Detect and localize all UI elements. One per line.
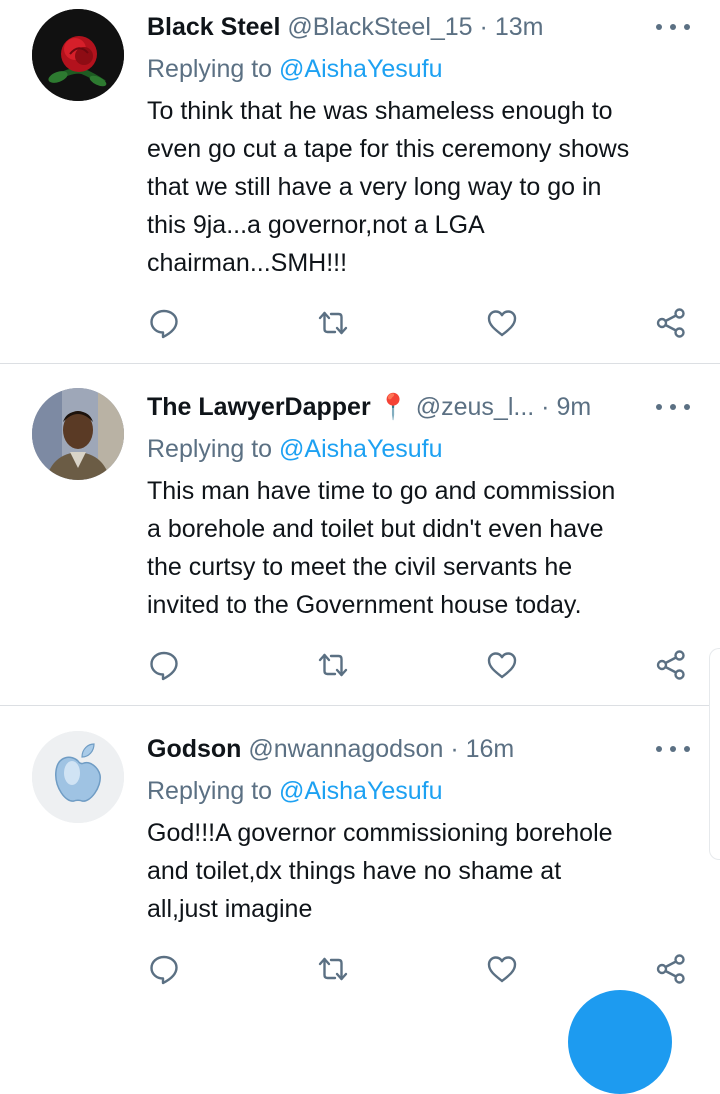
- scroll-handle[interactable]: [709, 648, 720, 860]
- apple-logo-avatar[interactable]: [32, 731, 124, 823]
- author-name[interactable]: Black Steel: [147, 13, 280, 41]
- text-line: a borehole and toilet but didn't even ha…: [147, 515, 604, 543]
- comment-icon[interactable]: [147, 952, 181, 986]
- replying-to: Replying to @AishaYesufu: [147, 52, 442, 86]
- text-line: God!!!A governor commissioning borehole: [147, 819, 613, 847]
- replying-to: Replying to @AishaYesufu: [147, 432, 442, 466]
- more-options-icon[interactable]: [656, 397, 690, 417]
- replying-prefix: Replying to: [147, 777, 273, 805]
- replying-to: Replying to @AishaYesufu: [147, 774, 442, 808]
- tweet-header: Black Steel @BlackSteel_15 · 13m: [147, 10, 630, 44]
- share-icon[interactable]: [654, 648, 688, 682]
- text-line: even go cut a tape for this ceremony sho…: [147, 135, 630, 163]
- tweet-1[interactable]: Black Steel @BlackSteel_15 · 13m Replyin…: [0, 0, 720, 363]
- mention-link[interactable]: @AishaYesufu: [279, 777, 442, 805]
- comment-icon[interactable]: [147, 306, 181, 340]
- text-line: the curtsy to meet the civil servants he: [147, 553, 573, 581]
- replying-prefix: Replying to: [147, 435, 273, 463]
- action-bar: [147, 952, 692, 986]
- more-options-icon[interactable]: [656, 17, 690, 37]
- timestamp[interactable]: 16m: [466, 735, 515, 763]
- apple-logo-image: [32, 731, 124, 823]
- heart-icon[interactable]: [485, 306, 519, 340]
- mention-link[interactable]: @AishaYesufu: [279, 55, 442, 83]
- action-bar: [147, 306, 692, 340]
- retweet-icon[interactable]: [316, 306, 350, 340]
- retweet-icon[interactable]: [316, 952, 350, 986]
- share-icon[interactable]: [654, 306, 688, 340]
- mention-link[interactable]: @AishaYesufu: [279, 435, 442, 463]
- tweet-text: God!!!A governor commissioning borehole …: [147, 814, 702, 928]
- text-line: and toilet,dx things have no shame at: [147, 857, 562, 885]
- more-options-icon[interactable]: [656, 739, 690, 759]
- tweet-header: Godson @nwannagodson · 16m: [147, 732, 630, 766]
- action-bar: [147, 648, 692, 682]
- author-name[interactable]: Godson: [147, 735, 241, 763]
- heart-icon[interactable]: [485, 952, 519, 986]
- pin-icon: 📍: [377, 393, 409, 421]
- rose-image: [32, 9, 124, 101]
- text-line: To think that he was shameless enough to: [147, 97, 613, 125]
- separator-dot: ·: [479, 13, 488, 41]
- separator-dot: ·: [541, 393, 550, 421]
- author-handle[interactable]: @BlackSteel_15: [287, 13, 472, 41]
- person-avatar[interactable]: [32, 388, 124, 480]
- text-line: invited to the Government house today.: [147, 591, 582, 619]
- author-handle[interactable]: @zeus_l...: [416, 393, 534, 421]
- text-line: all,just imagine: [147, 895, 313, 923]
- tweet-2[interactable]: The LawyerDapper 📍 @zeus_l... · 9m Reply…: [0, 365, 720, 705]
- compose-button[interactable]: [568, 990, 672, 1094]
- text-line: This man have time to go and commission: [147, 477, 616, 505]
- rose-avatar[interactable]: [32, 9, 124, 101]
- divider: [0, 705, 720, 706]
- person-photo: [32, 388, 124, 480]
- share-icon[interactable]: [654, 952, 688, 986]
- timestamp[interactable]: 9m: [556, 393, 591, 421]
- separator-dot: ·: [450, 735, 459, 763]
- tweet-header: The LawyerDapper 📍 @zeus_l... · 9m: [147, 390, 630, 424]
- heart-icon[interactable]: [485, 648, 519, 682]
- tweet-text: This man have time to go and commission …: [147, 472, 702, 624]
- replying-prefix: Replying to: [147, 55, 273, 83]
- timestamp[interactable]: 13m: [495, 13, 544, 41]
- author-handle[interactable]: @nwannagodson: [248, 735, 443, 763]
- comment-icon[interactable]: [147, 648, 181, 682]
- retweet-icon[interactable]: [316, 648, 350, 682]
- author-name[interactable]: The LawyerDapper: [147, 393, 371, 421]
- text-line: chairman...SMH!!!: [147, 249, 348, 277]
- text-line: that we still have a very long way to go…: [147, 173, 602, 201]
- tweet-3[interactable]: Godson @nwannagodson · 16m Replying to @…: [0, 707, 720, 1011]
- tweet-text: To think that he was shameless enough to…: [147, 92, 702, 282]
- text-line: this 9ja...a governor,not a LGA: [147, 211, 485, 239]
- divider: [0, 363, 720, 364]
